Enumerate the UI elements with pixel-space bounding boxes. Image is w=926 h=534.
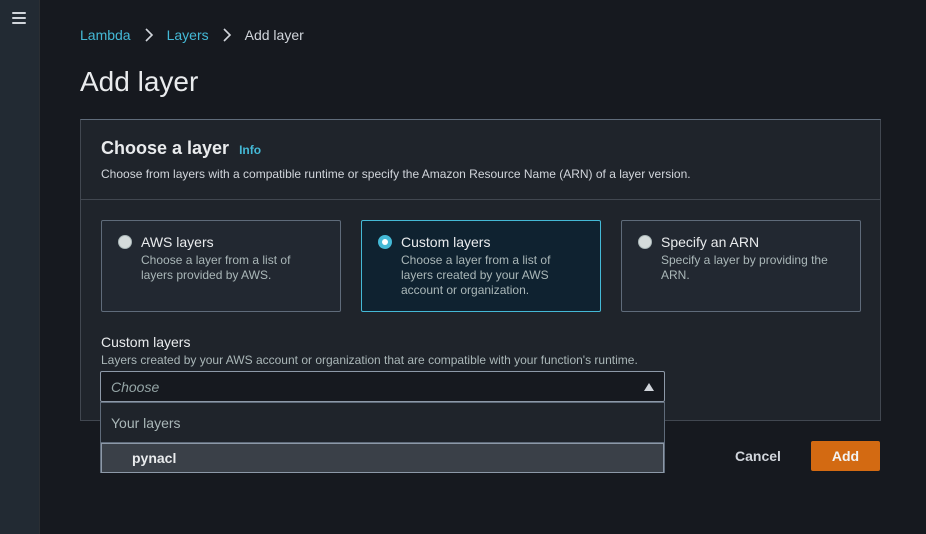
chevron-right-icon <box>215 25 239 45</box>
custom-layers-dropdown: Your layers pynacl <box>100 402 665 473</box>
custom-layers-field-description: Layers created by your AWS account or or… <box>101 353 638 367</box>
panel-description: Choose from layers with a compatible run… <box>101 167 691 181</box>
breadcrumb-lambda[interactable]: Lambda <box>80 27 131 43</box>
add-button[interactable]: Add <box>811 441 880 471</box>
info-link[interactable]: Info <box>239 143 261 157</box>
radio-aws-layers[interactable] <box>118 235 132 249</box>
tile-description: Choose a layer from a list of layers cre… <box>401 253 551 297</box>
tile-label: AWS layers <box>141 234 214 250</box>
caret-up-icon <box>644 382 654 391</box>
panel-header: Choose a layer Info Choose from layers w… <box>81 120 880 200</box>
breadcrumb: Lambda Layers Add layer <box>80 25 304 45</box>
dropdown-group-header: Your layers <box>101 403 664 443</box>
tile-label: Custom layers <box>401 234 491 250</box>
breadcrumb-current: Add layer <box>244 27 304 43</box>
breadcrumb-layers[interactable]: Layers <box>167 27 209 43</box>
tile-description: Specify a layer by providing the ARN. <box>661 253 828 282</box>
radio-specify-arn[interactable] <box>638 235 652 249</box>
tile-specify-arn[interactable]: Specify an ARN Specify a layer by provid… <box>621 220 861 312</box>
panel-title: Choose a layer <box>101 138 230 158</box>
tile-custom-layers[interactable]: Custom layers Choose a layer from a list… <box>361 220 601 312</box>
radio-custom-layers[interactable] <box>378 235 392 249</box>
tile-description: Choose a layer from a list of layers pro… <box>141 253 291 282</box>
chevron-right-icon <box>137 25 161 45</box>
layer-source-tiles: AWS layers Choose a layer from a list of… <box>101 220 861 312</box>
hamburger-menu-icon[interactable] <box>12 12 26 24</box>
side-navigation-rail <box>0 0 40 534</box>
tile-label: Specify an ARN <box>661 234 760 250</box>
select-placeholder: Choose <box>111 378 160 395</box>
custom-layers-field-label: Custom layers <box>101 334 191 350</box>
custom-layers-select[interactable]: Choose <box>100 371 665 402</box>
tile-aws-layers[interactable]: AWS layers Choose a layer from a list of… <box>101 220 341 312</box>
cancel-button[interactable]: Cancel <box>725 441 791 471</box>
page-title: Add layer <box>80 66 199 97</box>
dropdown-option-pynacl[interactable]: pynacl <box>101 443 664 473</box>
